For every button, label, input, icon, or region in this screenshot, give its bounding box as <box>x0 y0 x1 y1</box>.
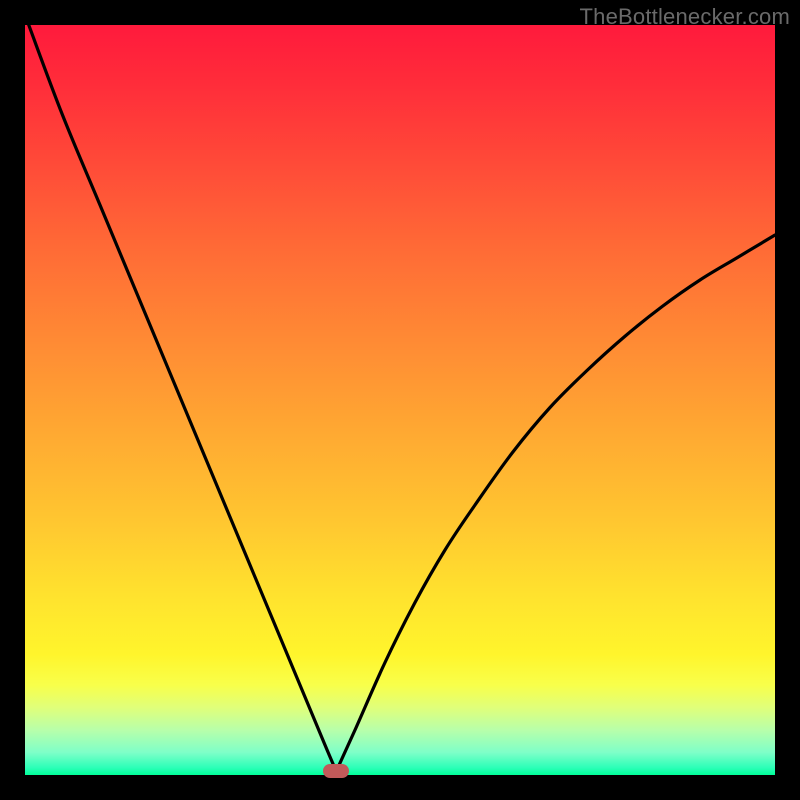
bottleneck-marker <box>323 764 349 778</box>
bottleneck-curve <box>29 25 775 771</box>
curve-layer <box>25 25 775 775</box>
watermark-text: TheBottlenecker.com <box>580 4 790 30</box>
